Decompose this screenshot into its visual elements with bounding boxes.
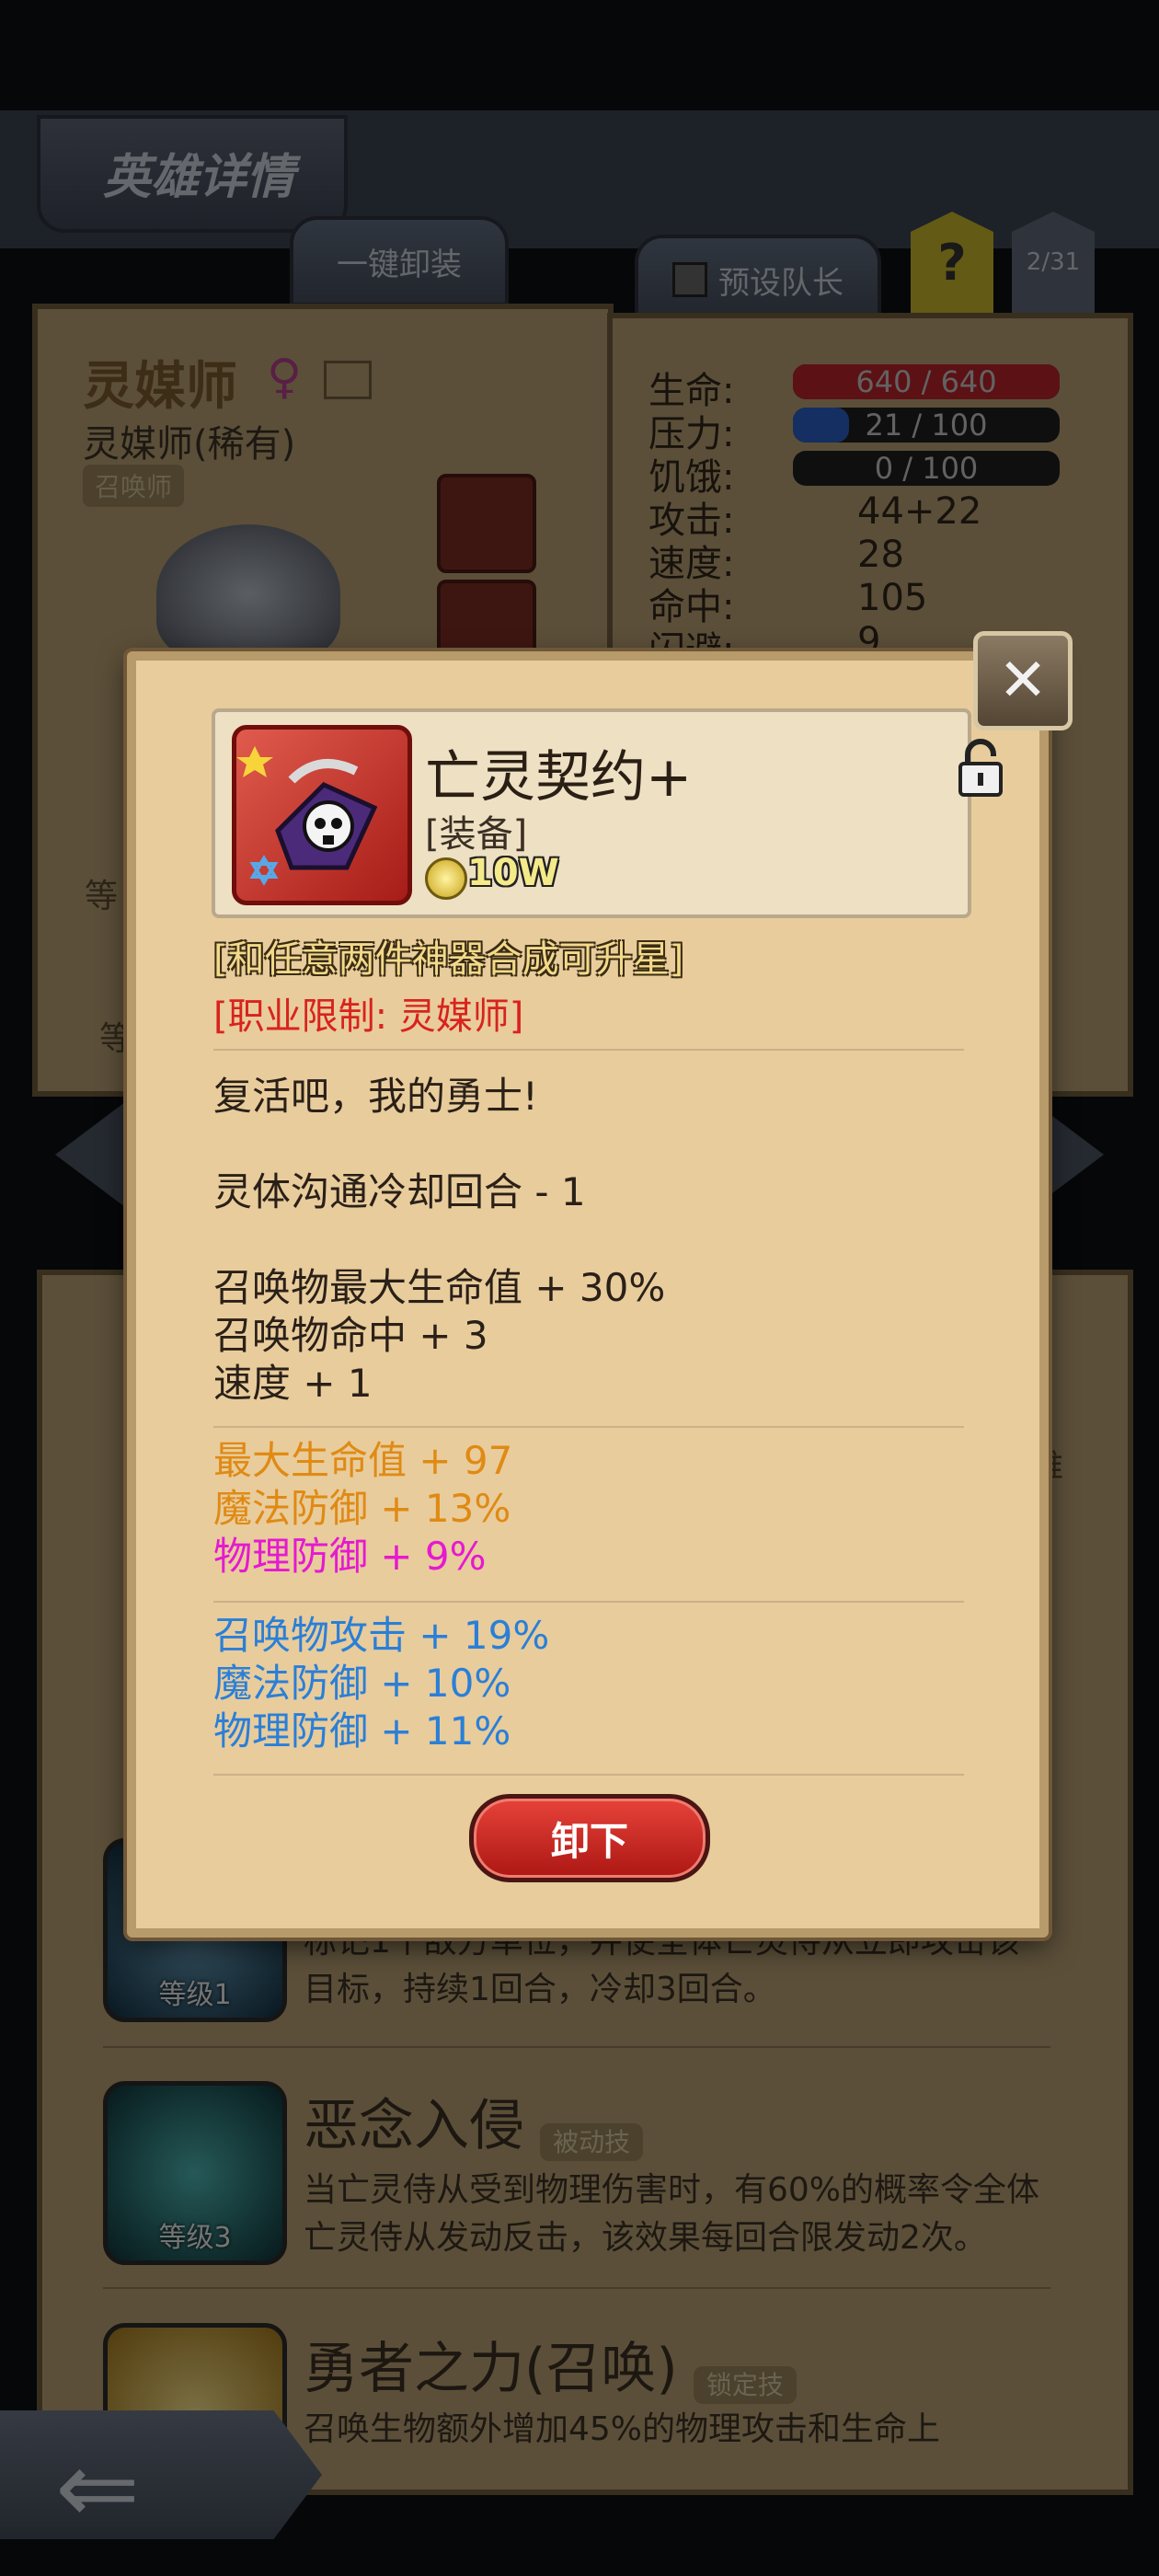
divider [213, 1426, 964, 1428]
item-detail-modal: 亡灵契约+ [装备] 10W [和任意两件神器合成可升星] [职业限制: 灵媒师… [127, 651, 1049, 1938]
star-icon [236, 746, 273, 777]
unequip-label: 卸下 [550, 1818, 628, 1864]
divider [213, 1774, 964, 1776]
bonus-line-magenta: 物理防御 + 9% [213, 1534, 487, 1579]
close-button[interactable]: ✕ [973, 631, 1073, 730]
unequip-button[interactable]: 卸下 [469, 1794, 710, 1882]
item-flavor-text: 复活吧，我的勇士! [213, 1074, 538, 1119]
item-type: [装备] [425, 813, 528, 856]
coin-icon [425, 857, 467, 900]
divider [213, 1601, 964, 1603]
class-restriction: [职业限制: 灵媒师] [213, 995, 524, 1038]
lock-icon[interactable] [958, 738, 1003, 797]
item-name: 亡灵契约+ [425, 745, 693, 810]
divider [213, 1049, 964, 1051]
bonus-line-blue: 物理防御 + 11% [213, 1708, 511, 1754]
effect-line: 速度 + 1 [213, 1361, 373, 1406]
item-header: 亡灵契约+ [装备] 10W [212, 708, 1003, 918]
effect-line: 灵体沟通冷却回合 - 1 [213, 1169, 586, 1214]
item-icon [232, 725, 412, 905]
upgrade-hint: [和任意两件神器合成可升星] [213, 938, 684, 981]
item-price: 10W [467, 852, 559, 894]
crossed-swords-icon: ✕ [998, 647, 1048, 715]
